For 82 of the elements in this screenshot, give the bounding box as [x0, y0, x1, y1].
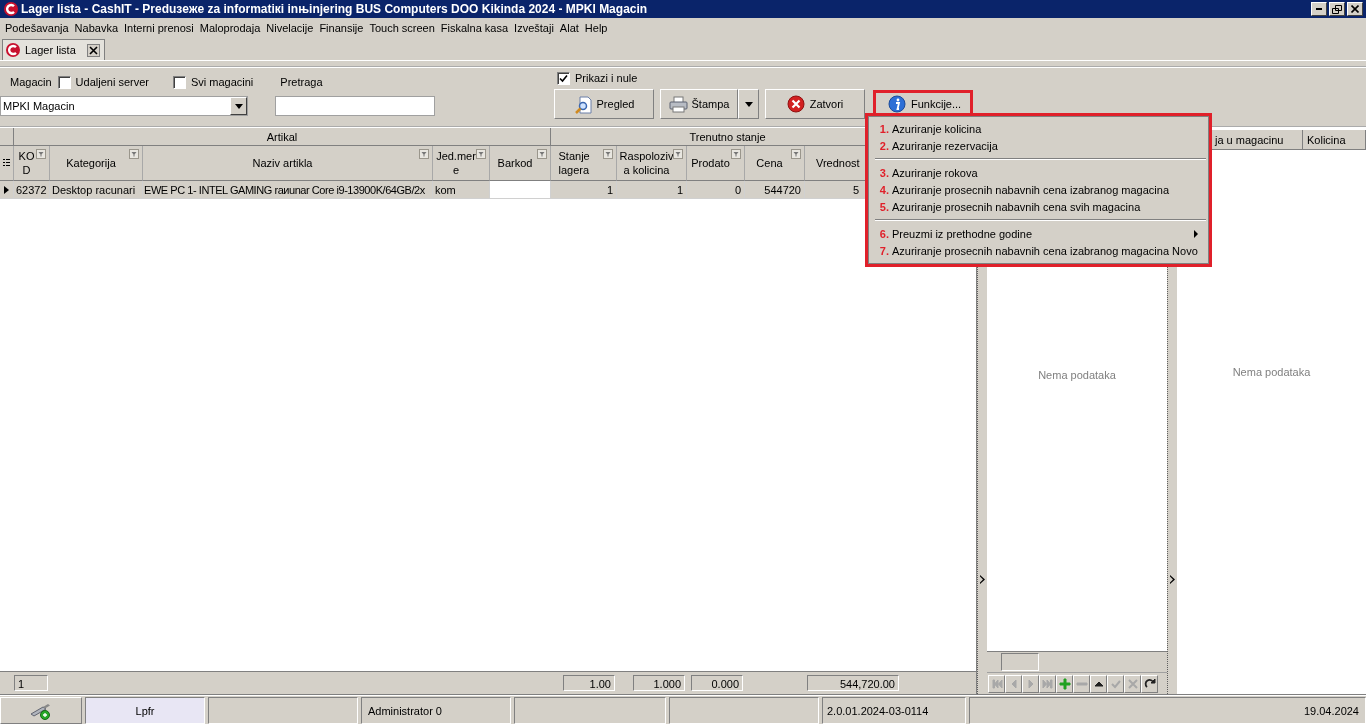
network-status-button[interactable] — [0, 697, 82, 724]
row-count: 1 — [14, 675, 48, 691]
menu-item[interactable]: Nabavka — [71, 22, 122, 34]
empty-message: Nema podataka — [1232, 366, 1311, 378]
close-icon — [88, 45, 98, 55]
expand-arrow-icon — [1170, 575, 1175, 584]
filter-icon — [603, 149, 613, 159]
preview-button[interactable]: Pregled — [554, 89, 654, 119]
filter-icon — [673, 149, 683, 159]
app-logo-icon — [6, 43, 20, 57]
table-cell: 62372 — [14, 181, 50, 199]
status-field: 2.0.01.2024-03-0114 — [822, 697, 966, 724]
close-window-button[interactable] — [1347, 2, 1363, 16]
info-icon — [888, 94, 907, 114]
status-field: Lpfr — [85, 697, 205, 724]
menu-item[interactable]: Maloprodaja — [196, 22, 264, 34]
menu-item[interactable]: Help — [581, 22, 611, 34]
filter-icon — [791, 149, 801, 159]
table-cell: EWE PC 1- INTEL GAMING raиunar Core i9-13900K/64GB/2x — [143, 181, 433, 199]
summary-cell: 1.000 — [633, 675, 685, 691]
dropdown-button[interactable] — [738, 89, 759, 119]
column-chooser-icon — [3, 158, 10, 168]
filter-icon — [476, 149, 486, 159]
empty-message: Nema podataka — [1038, 368, 1116, 381]
table-cell: 544720 — [745, 181, 805, 199]
dropdown-arrow-icon — [744, 101, 753, 107]
field-label: Pretraga — [280, 76, 323, 88]
filter-icon — [419, 149, 429, 159]
dropdown-arrow-icon — [234, 103, 243, 109]
checkbox-label: Prikazi i nule — [575, 72, 638, 84]
table-cell: kom — [433, 181, 490, 199]
menu-item[interactable]: Izveštaji — [511, 22, 557, 34]
checkbox[interactable] — [172, 75, 186, 89]
summary-cell: 0.000 — [691, 675, 743, 691]
table-cell: 1 — [551, 181, 617, 199]
menu-item[interactable]: Podešavanja — [2, 22, 72, 34]
menu-item[interactable]: Finansije — [316, 22, 367, 34]
preview-icon — [573, 94, 593, 114]
menu-item[interactable]: Nivelacije — [263, 22, 317, 34]
minimize-icon — [1316, 8, 1322, 10]
filter-icon — [36, 149, 46, 159]
menu-item[interactable]: 6. Preuzmi iz prethodne godine — [873, 225, 1206, 242]
menu-item[interactable]: 5. Azuriranje prosecnih nabavnih cena svih magacina — [873, 198, 1206, 215]
submenu-arrow-icon — [1193, 229, 1198, 238]
close-tab-button[interactable] — [86, 43, 100, 57]
restore-button[interactable] — [1329, 2, 1345, 16]
close-icon — [1351, 5, 1359, 13]
close-icon — [786, 94, 806, 114]
filter-icon — [129, 149, 139, 159]
printer-icon — [668, 94, 688, 114]
search-field[interactable] — [275, 96, 435, 116]
checkbox-label: Svi magacini — [190, 76, 254, 88]
menu-item[interactable]: Fiskalna kasa — [437, 22, 512, 34]
menu-item[interactable]: Touch screen — [366, 22, 438, 34]
field-label: Magacin — [10, 76, 52, 88]
status-field: Administrator 0 — [361, 697, 511, 724]
filter-icon — [731, 149, 741, 159]
window-title: Lager lista - CashIT - Preduзeжe za informatiкi inњinjering BUS Computers DOO Kikinda 2024 - MPKI Magacin — [21, 2, 649, 16]
record-field[interactable] — [1001, 653, 1039, 671]
print-button[interactable]: Štampa — [660, 89, 738, 119]
minimize-button[interactable] — [1311, 2, 1327, 16]
column-header[interactable]: Kolicina — [1303, 130, 1366, 149]
checkbox-label: Udaljeni server — [75, 76, 149, 88]
checkmark-icon — [559, 73, 568, 83]
table-cell: 1 — [617, 181, 687, 199]
warehouse-dropdown[interactable]: MPKI Magacin — [0, 96, 248, 116]
table-cell: Desktop racunari — [50, 181, 143, 199]
table-cell: 0 — [687, 181, 745, 199]
menu-item[interactable]: 7. Azuriranje prosecnih nabavnih cena izabranog magacina Novo — [873, 242, 1206, 259]
summary-cell: 544,720.00 — [807, 675, 899, 691]
restore-icon — [1332, 4, 1342, 14]
tab[interactable]: Lager lista — [2, 39, 105, 60]
menu-item[interactable]: Alat — [556, 22, 582, 34]
close-button[interactable]: Zatvori — [765, 89, 865, 119]
checkbox[interactable] — [57, 75, 71, 89]
app-logo-icon — [4, 2, 18, 16]
filter-icon — [537, 149, 547, 159]
expand-arrow-icon — [980, 575, 985, 584]
status-field: 19.04.2024 — [969, 697, 1366, 724]
checkbox[interactable] — [557, 71, 570, 85]
summary-cell: 1.00 — [563, 675, 615, 691]
menu-item[interactable]: Interni prenosi — [121, 22, 197, 34]
